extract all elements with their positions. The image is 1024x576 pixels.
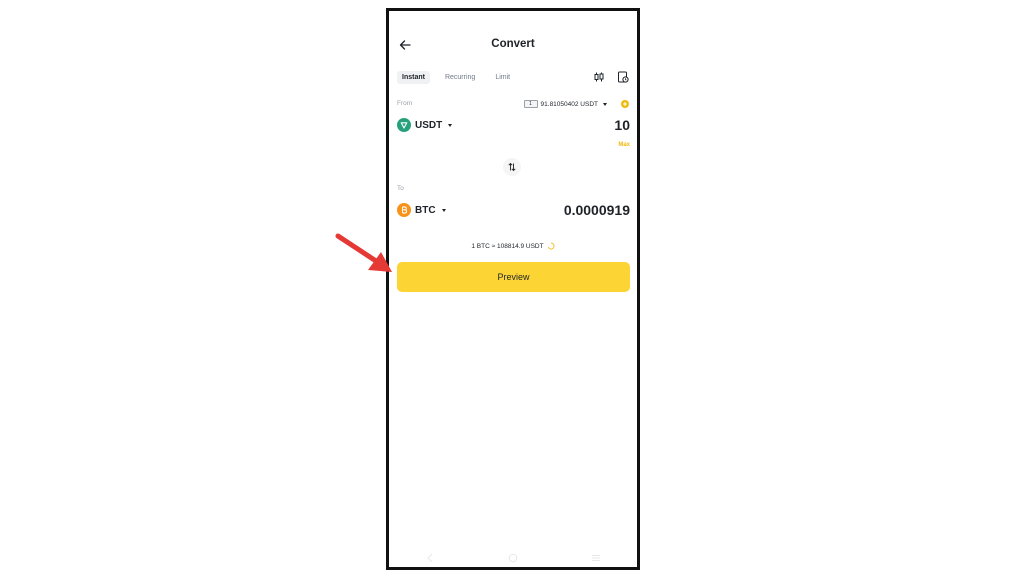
wallet-icon: 1 [523,100,538,108]
bitcoin-glyph-icon [402,206,408,214]
mode-tabs: Instant Recurring Limit [397,70,515,84]
candlestick-chart-icon [594,72,604,82]
to-coin-name: BTC [415,204,436,216]
to-label: To [397,185,404,192]
system-back-button[interactable] [423,551,437,565]
screenshot-stage: Convert Instant Recurring Limit From 1 9… [0,0,1024,576]
exchange-rate: 1 BTC ≈ 108814.9 USDT [389,242,637,250]
from-coin-name: USDT [415,119,443,131]
swap-direction-button[interactable] [503,158,521,176]
chevron-down-icon [441,208,446,212]
system-home-button[interactable] [506,551,520,565]
plus-icon [623,102,627,106]
system-recents-button[interactable] [589,551,603,565]
tab-instant[interactable]: Instant [397,70,430,84]
max-button[interactable]: Max [618,142,630,148]
chevron-down-icon [448,123,453,127]
tab-limit[interactable]: Limit [490,71,515,84]
page-title: Convert [491,38,535,50]
tab-recurring[interactable]: Recurring [440,71,480,84]
phone-screen: Convert Instant Recurring Limit From 1 9… [386,8,640,570]
to-amount-value: 0.0000919 [563,202,630,218]
chevron-down-icon [603,102,607,106]
add-funds-button[interactable] [621,100,629,108]
home-circle-icon [508,553,518,563]
balance-selector[interactable]: 1 91.81050402 USDT [523,99,607,109]
system-navigation-bar [389,551,637,565]
bitcoin-icon [397,203,411,217]
to-coin-selector[interactable]: BTC [397,203,446,217]
wallet-count: 1 [529,101,532,107]
exchange-rate-text: 1 BTC ≈ 108814.9 USDT [471,242,544,250]
order-history-icon [618,71,629,83]
refresh-spinner-icon [547,242,555,250]
menu-lines-icon [591,555,600,561]
from-amount-input[interactable]: 10 [614,117,630,133]
from-coin-selector[interactable]: USDT [397,118,453,132]
swap-arrows-icon [508,162,516,172]
tether-icon [397,118,411,132]
available-balance: 91.81050402 USDT [540,100,598,108]
history-button[interactable] [616,70,630,84]
preview-button[interactable]: Preview [397,262,630,292]
annotation-arrow-icon [335,233,392,272]
tether-glyph-icon [400,122,408,129]
chart-button[interactable] [592,70,606,84]
chevron-left-icon [427,553,433,563]
from-label: From [397,100,413,107]
